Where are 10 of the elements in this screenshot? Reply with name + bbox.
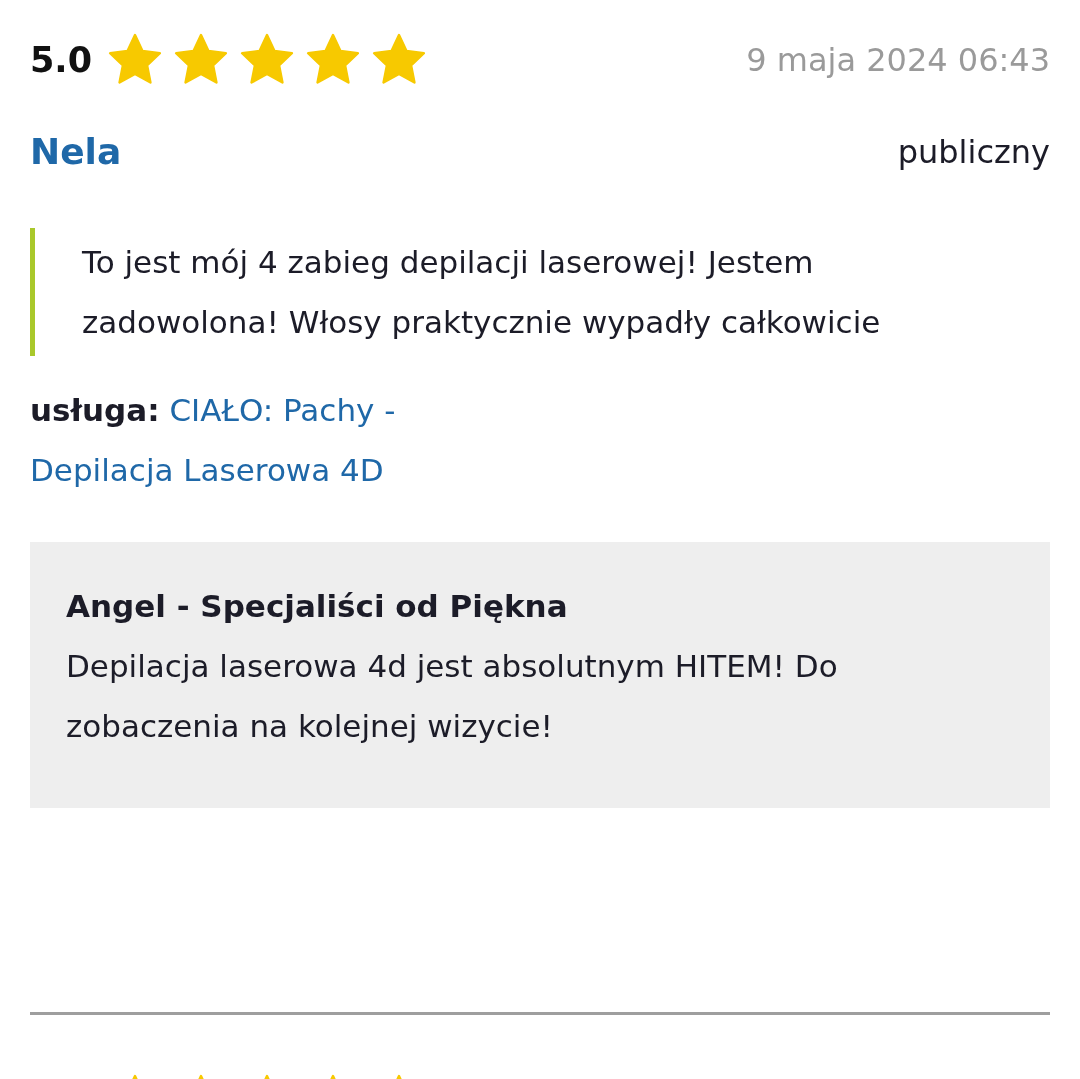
service-label: usługa: <box>30 392 160 428</box>
review-date: 9 maja 2024 06:43 <box>746 41 1050 79</box>
reviewer-name: Nela <box>30 131 122 172</box>
service-link[interactable]: Depilacja Laserowa 4D <box>30 452 384 488</box>
visibility-label: publiczny <box>897 132 1050 171</box>
reply-author: Angel - Specjaliści od Piękna <box>66 587 569 626</box>
rating-score: 5.0 <box>30 40 92 80</box>
service-link[interactable]: CIAŁO: Pachy - <box>169 392 396 428</box>
reply-text: Depilacja laserowa 4d jest absolutnym HITEM! Do zobaczenia na kolejnej wizycie! <box>66 647 839 746</box>
review-text: To jest mój 4 zabieg depilacji laserowej! Jestem zadowolona! Włosy praktycznie wypadły całkowicie <box>82 243 882 342</box>
